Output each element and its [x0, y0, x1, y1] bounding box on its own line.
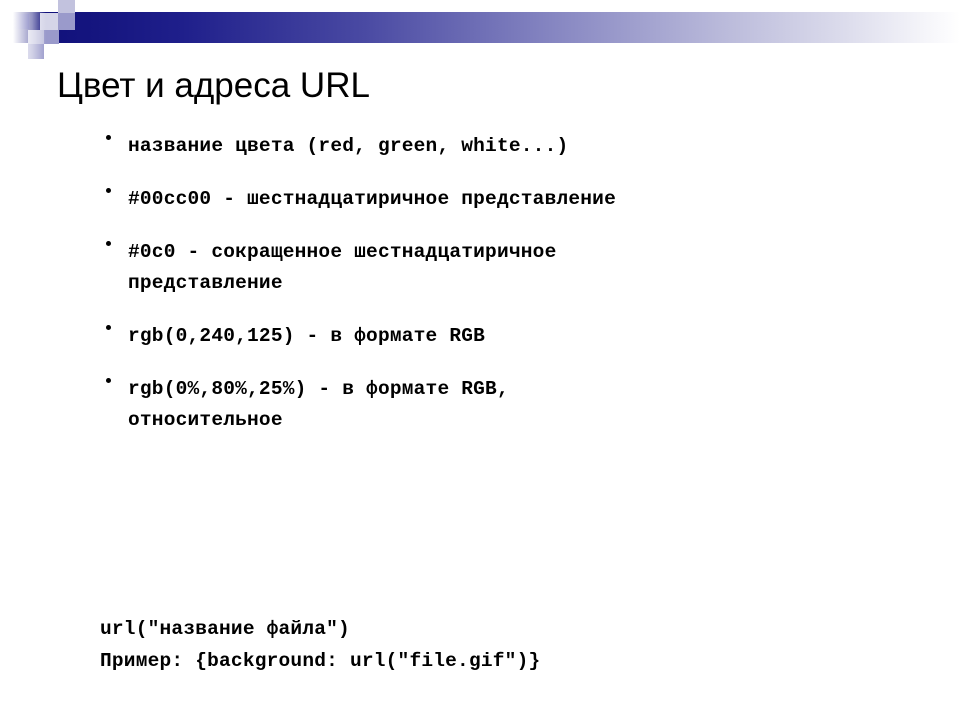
mosaic-square-1 [58, 0, 75, 13]
bullet-rgb-percent: rgb(0%,80%,25%) - в формате RGB, относит… [128, 378, 509, 431]
bullet-list: название цвета (red, green, white...) #00… [100, 131, 890, 458]
list-item: #00cc00 - шестнадцатиричное представлени… [100, 184, 890, 215]
bullet-point-icon [106, 241, 111, 246]
page-title: Цвет и адреса URL [57, 66, 370, 105]
slide-header-decoration [0, 0, 960, 60]
bullet-point-icon [106, 135, 111, 140]
mosaic-square-3 [58, 13, 75, 30]
header-gradient-bar [0, 12, 960, 43]
list-item: rgb(0,240,125) - в формате RGB [100, 321, 890, 352]
list-item: #0c0 - сокращенное шестнадцатиричное пре… [100, 237, 890, 299]
bullet-color-name: название цвета (red, green, white...) [128, 135, 569, 157]
header-left-fade [0, 0, 46, 60]
code-line-example: Пример: {background: url("file.gif")} [100, 650, 541, 672]
list-item: название цвета (red, green, white...) [100, 131, 890, 162]
bullet-point-icon [106, 188, 111, 193]
presentation-slide: Цвет и адреса URL название цвета (red, g… [0, 0, 960, 720]
bullet-rgb-absolute: rgb(0,240,125) - в формате RGB [128, 325, 486, 347]
code-line-url: url("название файла") [100, 618, 350, 640]
bullet-hex-full: #00cc00 - шестнадцатиричное представлени… [128, 188, 616, 210]
list-item: rgb(0%,80%,25%) - в формате RGB, относит… [100, 374, 890, 436]
bullet-hex-short: #0c0 - сокращенное шестнадцатиричное пре… [128, 241, 557, 294]
bullet-point-icon [106, 325, 111, 330]
bullet-point-icon [106, 378, 111, 383]
mosaic-square-6 [44, 30, 59, 44]
code-block: url("название файла") Пример: {background… [100, 613, 540, 677]
